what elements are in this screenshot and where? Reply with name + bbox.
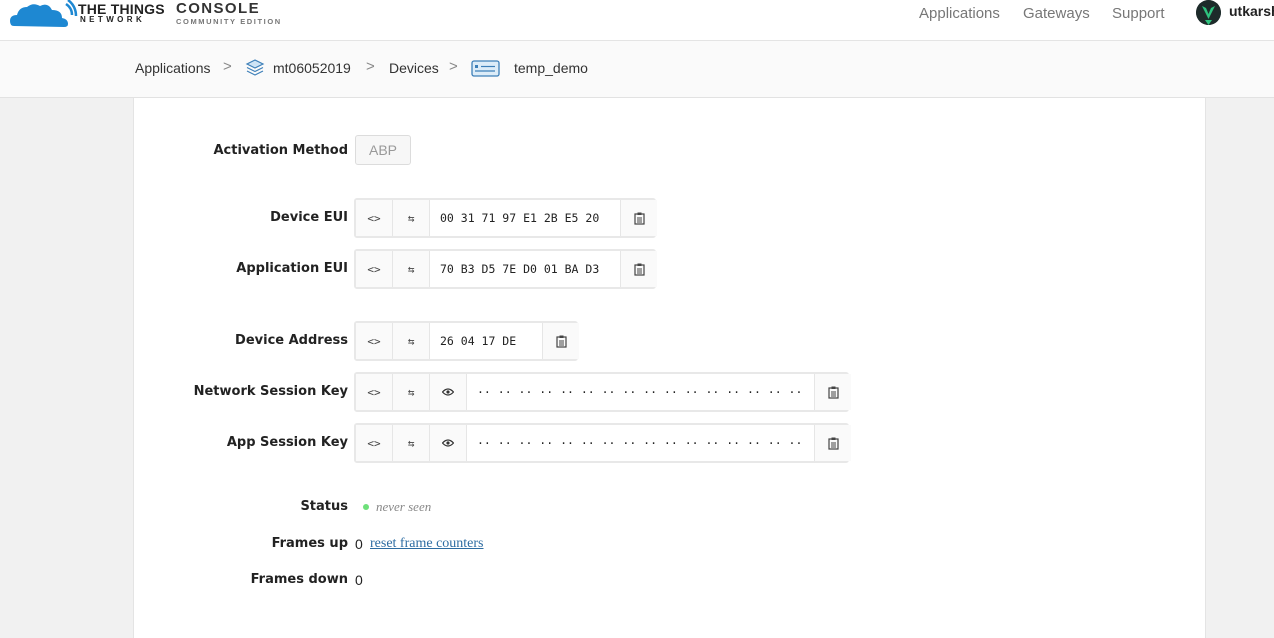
status-value: never seen: [376, 499, 432, 514]
device-address-label: Device Address: [235, 333, 348, 348]
user-avatar[interactable]: [1196, 0, 1221, 25]
application-eui-label: Application EUI: [236, 261, 348, 276]
application-eui-field: <> ⇆ 70 B3 D5 7E D0 01 BA D3: [354, 249, 657, 289]
reset-frame-counters-link[interactable]: reset frame counters: [370, 536, 484, 552]
app-session-key-field: <> ⇆ ·· ·· ·· ·· ·· ·· ·· ·· ·· ·· ·· ··…: [354, 423, 851, 463]
nav-support[interactable]: Support: [1112, 5, 1165, 22]
network-session-key-value[interactable]: ·· ·· ·· ·· ·· ·· ·· ·· ·· ·· ·· ·· ·· ·…: [467, 374, 814, 410]
activation-method-value: ABP: [355, 135, 411, 165]
eye-icon[interactable]: [430, 374, 467, 410]
frames-down-label: Frames down: [250, 572, 348, 587]
device-eui-label: Device EUI: [270, 210, 348, 225]
breadcrumb-separator: >: [366, 58, 375, 75]
code-brackets-icon[interactable]: <>: [356, 425, 393, 461]
device-address-value[interactable]: 26 04 17 DE: [430, 323, 542, 359]
code-brackets-icon[interactable]: <>: [356, 251, 393, 287]
application-layers-icon: [245, 59, 265, 76]
clipboard-icon[interactable]: [620, 251, 657, 287]
device-address-field: <> ⇆ 26 04 17 DE: [354, 321, 579, 361]
swap-arrows-icon[interactable]: ⇆: [393, 374, 430, 410]
frames-up-label: Frames up: [271, 536, 348, 551]
network-session-key-field: <> ⇆ ·· ·· ·· ·· ·· ·· ·· ·· ·· ·· ·· ··…: [354, 372, 851, 412]
device-settings-card: Activation Method ABP Device EUI <> ⇆ 00…: [133, 98, 1206, 638]
ttn-cloud-logo-icon[interactable]: [10, 0, 78, 30]
code-brackets-icon[interactable]: <>: [356, 200, 393, 236]
clipboard-icon[interactable]: [814, 374, 851, 410]
breadcrumb: Applications > mt06052019 > Devices > te…: [0, 41, 1274, 98]
device-eui-field: <> ⇆ 00 31 71 97 E1 2B E5 20: [354, 198, 657, 238]
code-brackets-icon[interactable]: <>: [356, 374, 393, 410]
top-navbar: THE THINGS NETWORK CONSOLE COMMUNITY EDI…: [0, 0, 1274, 41]
eye-icon[interactable]: [430, 425, 467, 461]
nav-applications[interactable]: Applications: [919, 5, 1000, 22]
code-brackets-icon[interactable]: <>: [356, 323, 393, 359]
breadcrumb-device-id[interactable]: temp_demo: [514, 60, 588, 76]
clipboard-icon[interactable]: [620, 200, 657, 236]
frames-up-value: 0: [355, 536, 363, 552]
frames-down-value: 0: [355, 572, 363, 588]
network-session-key-label: Network Session Key: [193, 384, 348, 399]
nav-gateways[interactable]: Gateways: [1023, 5, 1090, 22]
brand-network: NETWORK: [80, 15, 146, 24]
app-session-key-label: App Session Key: [226, 435, 348, 450]
console-title: CONSOLE: [176, 0, 260, 17]
activation-method-label: Activation Method: [213, 143, 348, 158]
username[interactable]: utkarsh: [1229, 3, 1274, 19]
breadcrumb-applications[interactable]: Applications: [135, 60, 211, 76]
application-eui-value[interactable]: 70 B3 D5 7E D0 01 BA D3: [430, 251, 620, 287]
device-eui-value[interactable]: 00 31 71 97 E1 2B E5 20: [430, 200, 620, 236]
clipboard-icon[interactable]: [814, 425, 851, 461]
swap-arrows-icon[interactable]: ⇆: [393, 425, 430, 461]
app-session-key-value[interactable]: ·· ·· ·· ·· ·· ·· ·· ·· ·· ·· ·· ·· ·· ·…: [467, 425, 814, 461]
device-icon: [471, 60, 500, 77]
avatar-image-icon: [1196, 0, 1221, 25]
breadcrumb-separator: >: [223, 58, 232, 75]
status-indicator-dot: [363, 504, 369, 510]
status-label: Status: [300, 499, 348, 514]
swap-arrows-icon[interactable]: ⇆: [393, 323, 430, 359]
breadcrumb-separator: >: [449, 58, 458, 75]
swap-arrows-icon[interactable]: ⇆: [393, 200, 430, 236]
breadcrumb-application-id[interactable]: mt06052019: [273, 60, 351, 76]
console-subtitle: COMMUNITY EDITION: [176, 17, 282, 26]
clipboard-icon[interactable]: [542, 323, 579, 359]
breadcrumb-devices[interactable]: Devices: [389, 60, 439, 76]
swap-arrows-icon[interactable]: ⇆: [393, 251, 430, 287]
